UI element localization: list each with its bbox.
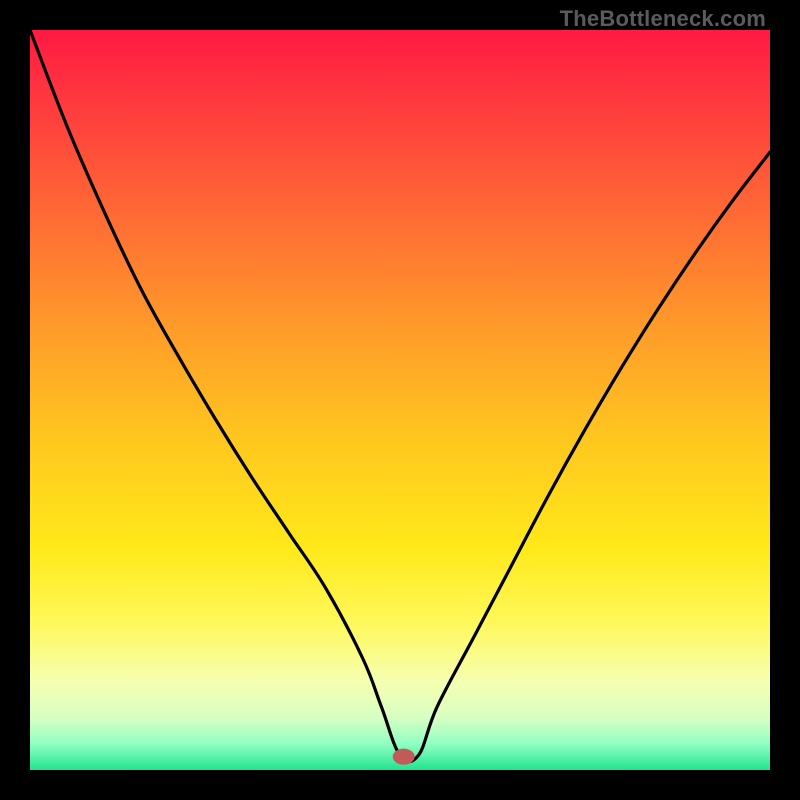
bottleneck-chart [30,30,770,770]
chart-frame: TheBottleneck.com [0,0,800,800]
optimal-point-marker [393,749,415,765]
plot-area [30,30,770,770]
gradient-background [30,30,770,770]
watermark-text: TheBottleneck.com [560,6,766,32]
